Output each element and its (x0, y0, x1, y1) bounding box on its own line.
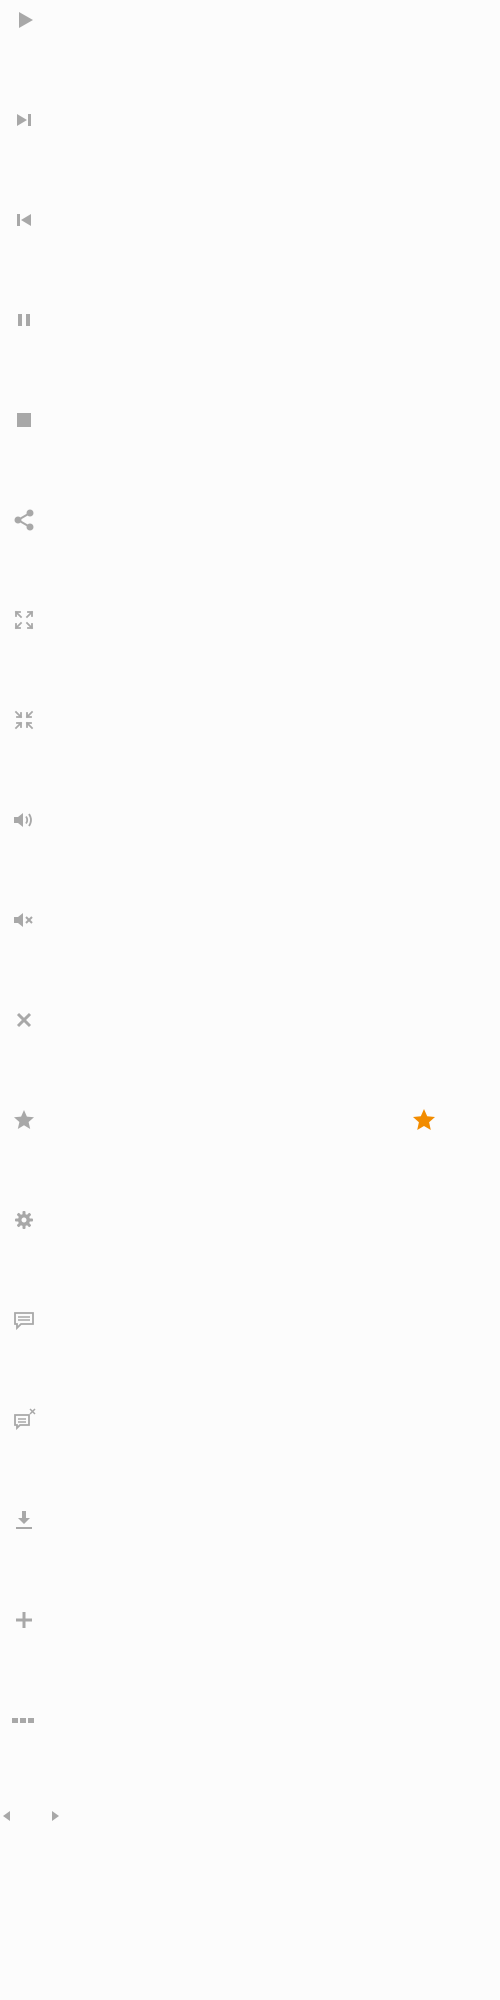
exit-fullscreen-icon[interactable] (8, 704, 40, 736)
icon-row-pause (0, 300, 500, 340)
skip-previous-icon[interactable] (8, 204, 40, 236)
stop-icon[interactable] (8, 404, 40, 436)
play-icon[interactable] (8, 4, 40, 36)
gear-icon[interactable] (8, 1204, 40, 1236)
captions-off-icon[interactable] (8, 1404, 40, 1436)
star-icon[interactable] (8, 1104, 40, 1136)
icon-row-share (0, 500, 500, 540)
icon-row-fullscreen (0, 600, 500, 640)
icon-row-star (0, 1100, 500, 1140)
volume-icon[interactable] (8, 804, 40, 836)
icon-row-mute (0, 900, 500, 940)
icon-row-stop (0, 400, 500, 440)
plus-icon[interactable] (8, 1604, 40, 1636)
scroll-right-arrow-icon[interactable] (48, 1808, 64, 1824)
pause-icon[interactable] (8, 304, 40, 336)
icon-row-volume (0, 800, 500, 840)
icon-row-play (0, 0, 500, 40)
icon-row-download (0, 1500, 500, 1540)
scroll-left-arrow-icon[interactable] (0, 1808, 16, 1824)
fullscreen-icon[interactable] (8, 604, 40, 636)
icon-row-close (0, 1000, 500, 1040)
more-icon[interactable] (8, 1704, 40, 1736)
skip-next-icon[interactable] (8, 104, 40, 136)
icon-row-exit-fullscreen (0, 700, 500, 740)
icon-row-gear (0, 1200, 500, 1240)
icon-row-captions (0, 1300, 500, 1340)
icon-row-skip-previous (0, 200, 500, 240)
icon-row-captions-off (0, 1400, 500, 1440)
download-icon[interactable] (8, 1504, 40, 1536)
share-icon[interactable] (8, 504, 40, 536)
icon-row-plus (0, 1600, 500, 1640)
captions-icon[interactable] (8, 1304, 40, 1336)
star-active-icon[interactable] (408, 1104, 440, 1136)
icon-row-more (0, 1700, 500, 1740)
mute-icon[interactable] (8, 904, 40, 936)
icon-row-skip-next (0, 100, 500, 140)
close-icon[interactable] (8, 1004, 40, 1036)
